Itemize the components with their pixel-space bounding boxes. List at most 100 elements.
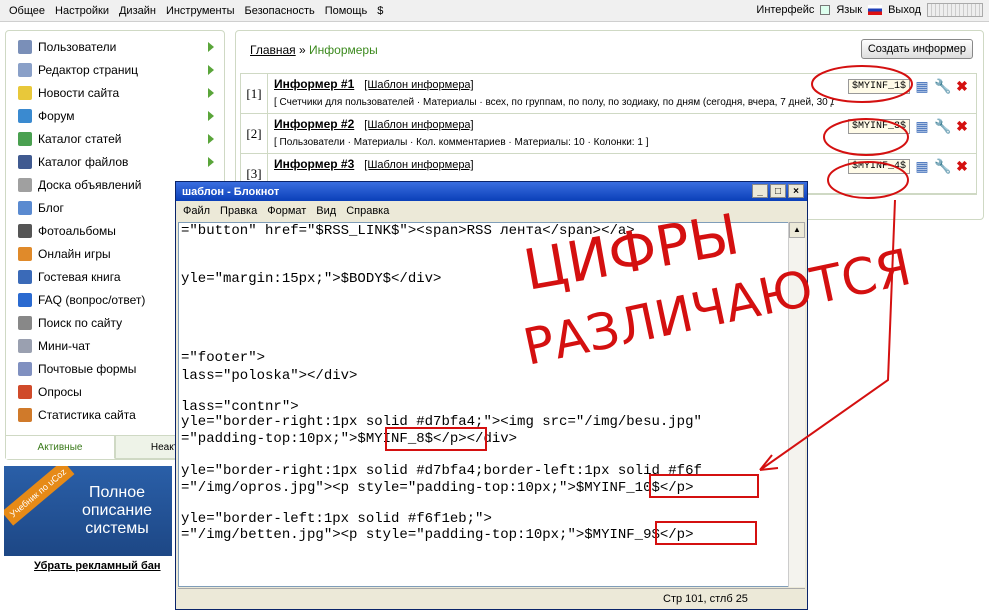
banner-line-1: Полное [88,484,145,501]
expand-arrow-icon[interactable] [208,64,214,75]
code-line: ="/img/opros.jpg"><p style="padding-top:… [181,480,694,496]
informer-template-link[interactable]: [Шаблон информера] [364,159,473,171]
expand-arrow-icon[interactable] [208,133,214,144]
notepad-scrollbar[interactable]: ▲ [788,222,805,587]
board-icon [18,177,32,192]
informers-table: [1] Информер #1 [Шаблон информера] [ Счетчи… [240,73,977,195]
sidebar-item-label: Каталог файлов [38,154,129,169]
admin-topbar: Общее Настройки Дизайн Инструменты Безоп… [0,0,989,22]
grid-icon[interactable]: ▦ [914,118,930,134]
page-editor-icon [18,62,32,77]
expand-arrow-icon[interactable] [208,41,214,52]
language-label[interactable]: Язык [836,4,862,16]
wrench-icon[interactable]: 🔧 [934,78,951,94]
blog-icon [18,200,32,215]
sidebar-item[interactable]: Каталог статей [12,127,218,150]
notepad-statusbar: Стр 101, стлб 25 [178,588,805,608]
sidebar-item[interactable]: Редактор страниц [12,58,218,81]
notepad-menu: Файл Правка Формат Вид Справка [176,201,807,221]
breadcrumb-separator: » [295,43,310,57]
informer-template-link[interactable]: [Шаблон информера] [364,119,473,131]
remove-ad-link[interactable]: Убрать рекламный бан [34,560,161,572]
notepad-menu-edit[interactable]: Правка [215,205,262,217]
notepad-menu-view[interactable]: Вид [311,205,341,217]
minimize-icon[interactable]: _ [752,184,768,198]
sidebar-item[interactable]: Пользователи [12,35,218,58]
sidebar-item[interactable]: Форум [12,104,218,127]
sidebar-item-label: Форум [38,108,75,123]
articles-icon [18,131,32,146]
breadcrumb-current: Информеры [309,43,378,57]
expand-arrow-icon[interactable] [208,156,214,167]
stats-icon [18,407,32,422]
informer-number: [2] [241,114,268,153]
notepad-text-area[interactable]: ="button" href="$RSS_LINK$"><span>RSS ле… [178,222,791,587]
code-line: ="footer"> [181,350,266,366]
code-line: ="padding-top:10px;">$MYINF_8$</p></div> [181,431,518,447]
notepad-title: шаблон - Блокнот [182,185,280,198]
resize-grip-icon[interactable] [927,3,983,17]
informer-code[interactable]: $MYINF_4$ [847,159,910,174]
files-icon [18,154,32,169]
grid-icon[interactable]: ▦ [914,158,930,174]
close-icon[interactable]: × [788,184,804,198]
search-icon [18,315,32,330]
forum-icon [18,108,32,123]
sidebar-item-label: Редактор страниц [38,62,139,77]
ad-banner[interactable]: Учебник по uCoz Полное описание системы [4,466,172,556]
delete-icon[interactable]: ✖ [954,118,970,134]
menu-help[interactable]: Помощь [320,5,373,17]
informer-template-link[interactable]: [Шаблон информера] [364,79,473,91]
expand-arrow-icon[interactable] [208,110,214,121]
russian-flag-icon[interactable] [868,5,883,15]
informer-title[interactable]: Информер #2 [274,117,354,131]
menu-security[interactable]: Безопасность [240,5,320,17]
informer-code[interactable]: $MYINF_3$ [847,119,910,134]
banner-text: Полное описание системы [64,484,170,538]
informer-actions: ▦ 🔧 ✖ [914,158,970,174]
menu-design[interactable]: Дизайн [114,5,161,17]
banner-line-2: описание [81,502,153,519]
users-icon [18,39,32,54]
sidebar-item-label: Новости сайта [38,85,120,100]
notepad-menu-help[interactable]: Справка [341,205,394,217]
wrench-icon[interactable]: 🔧 [934,118,951,134]
code-line: lass="poloska"></div> [181,368,358,384]
banner-line-3: системы [85,520,149,537]
menu-settings[interactable]: Настройки [50,5,114,17]
interface-toggle-icon[interactable] [820,5,831,15]
informer-title[interactable]: Информер #3 [274,157,354,171]
delete-icon[interactable]: ✖ [954,158,970,174]
poll-icon [18,384,32,399]
breadcrumb-home[interactable]: Главная [250,43,296,57]
menu-tools[interactable]: Инструменты [161,5,240,17]
code-line: yle="border-right:1px solid #d7bfa4;bord… [181,463,702,479]
grid-icon[interactable]: ▦ [914,78,930,94]
sidebar-item[interactable]: Каталог файлов [12,150,218,173]
tab-active[interactable]: Активные [5,435,115,459]
delete-icon[interactable]: ✖ [954,78,970,94]
informer-code[interactable]: $MYINF_1$ [847,79,910,94]
interface-label[interactable]: Интерфейс [756,4,814,16]
informer-description: [ Счетчики для пользователей · Материалы… [274,97,834,108]
faq-icon [18,292,32,307]
code-line: lass="contnr"> [181,399,299,415]
logout-link[interactable]: Выход [888,4,921,16]
guestbook-icon [18,269,32,284]
code-line: yle="margin:15px;">$BODY$</div> [181,271,442,287]
informer-body: Информер #1 [Шаблон информера] [ Счетчики … [268,74,976,113]
menu-dollar[interactable]: $ [372,5,388,17]
top-right-controls: Интерфейс Язык Выход [756,3,983,17]
informer-title[interactable]: Информер #1 [274,77,354,91]
notepad-menu-file[interactable]: Файл [178,205,215,217]
expand-arrow-icon[interactable] [208,87,214,98]
camera-icon [18,223,32,238]
scroll-up-icon[interactable]: ▲ [789,222,805,238]
create-informer-button[interactable]: Создать информер [860,39,973,59]
menu-general[interactable]: Общее [4,5,50,17]
notepad-titlebar[interactable]: шаблон - Блокнот _ □ × [176,182,807,201]
notepad-menu-format[interactable]: Формат [262,205,311,217]
wrench-icon[interactable]: 🔧 [934,158,951,174]
maximize-icon[interactable]: □ [770,184,786,198]
sidebar-item[interactable]: Новости сайта [12,81,218,104]
